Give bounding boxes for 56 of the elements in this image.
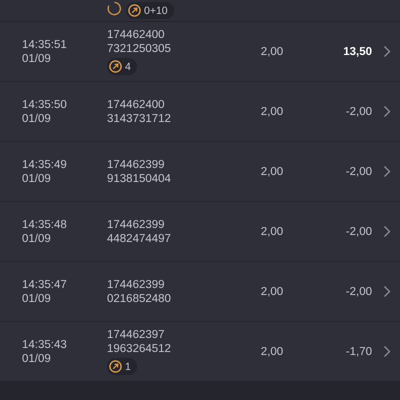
- coin-icon: [109, 60, 122, 73]
- chevron-icon[interactable]: [383, 225, 391, 238]
- spinner-icon: [107, 1, 122, 16]
- chevron-icon[interactable]: [383, 45, 391, 58]
- stake-text: 2,00: [260, 166, 284, 178]
- bet-row[interactable]: 14:35:47 01/09 174462399 0216852480 2,00 -2,00: [0, 262, 400, 322]
- date-text: 01/09: [22, 352, 52, 366]
- date-text: 01/09: [22, 292, 52, 306]
- bet-row[interactable]: 14:35:49 01/09 174462399 9138150404 2,00 -2,00: [0, 142, 400, 202]
- chevron-icon[interactable]: [383, 165, 391, 178]
- stake-text: 2,00: [260, 346, 284, 358]
- stake-text: 2,00: [260, 106, 284, 118]
- time-text: 14:35:48: [22, 218, 68, 232]
- time-text: 14:35:51: [22, 38, 68, 52]
- bonus-badge: 4: [107, 58, 137, 75]
- time-text: 14:35:47: [22, 278, 68, 292]
- result-text: 13,50: [342, 46, 372, 58]
- stake-text: 2,00: [260, 286, 284, 298]
- chevron-icon[interactable]: [383, 105, 391, 118]
- time-text: 14:35:50: [22, 98, 68, 112]
- result-text: -1,70: [344, 346, 372, 358]
- date-text: 01/09: [22, 52, 52, 66]
- bet-row[interactable]: 14:35:51 01/09 174462400 7321250305 4 2,00 13,50: [0, 22, 400, 82]
- bonus-badge: 0+10: [126, 2, 174, 19]
- time-text: 14:35:49: [22, 158, 68, 172]
- stake-text: 2,00: [260, 46, 284, 58]
- round-id: 174462397: [107, 328, 166, 342]
- result-text: -2,00: [344, 226, 372, 238]
- round-id: 174462400: [107, 28, 166, 42]
- bet-id: 3143731712: [107, 112, 172, 126]
- round-id: 174462399: [107, 278, 166, 292]
- coin-icon: [109, 360, 122, 373]
- list-row[interactable]: 0+10: [0, 0, 400, 22]
- bonus-badge: 1: [107, 358, 137, 375]
- stake-text: 2,00: [260, 226, 284, 238]
- bet-id: 1963264512: [107, 342, 172, 356]
- bet-row[interactable]: 14:35:50 01/09 174462400 3143731712 2,00 -2,00: [0, 82, 400, 142]
- bet-id: 9138150404: [107, 172, 172, 186]
- date-text: 01/09: [22, 172, 52, 186]
- bet-row[interactable]: 14:35:48 01/09 174462399 4482474497 2,00 -2,00: [0, 202, 400, 262]
- bet-id: 4482474497: [107, 232, 172, 246]
- date-text: 01/09: [22, 112, 52, 126]
- chevron-icon[interactable]: [383, 345, 391, 358]
- chevron-icon[interactable]: [383, 285, 391, 298]
- date-text: 01/09: [22, 232, 52, 246]
- round-id: 174462399: [107, 158, 166, 172]
- time-text: 14:35:43: [22, 338, 68, 352]
- round-id: 174462400: [107, 98, 166, 112]
- bet-id: 7321250305: [107, 42, 172, 56]
- coin-icon: [128, 4, 141, 17]
- round-id: 174462399: [107, 218, 166, 232]
- bet-id: 0216852480: [107, 292, 172, 306]
- result-text: -2,00: [344, 286, 372, 298]
- bet-row[interactable]: 14:35:43 01/09 174462397 1963264512 1 2,00 -1,70: [0, 322, 400, 382]
- result-text: -2,00: [344, 106, 372, 118]
- result-text: -2,00: [344, 166, 372, 178]
